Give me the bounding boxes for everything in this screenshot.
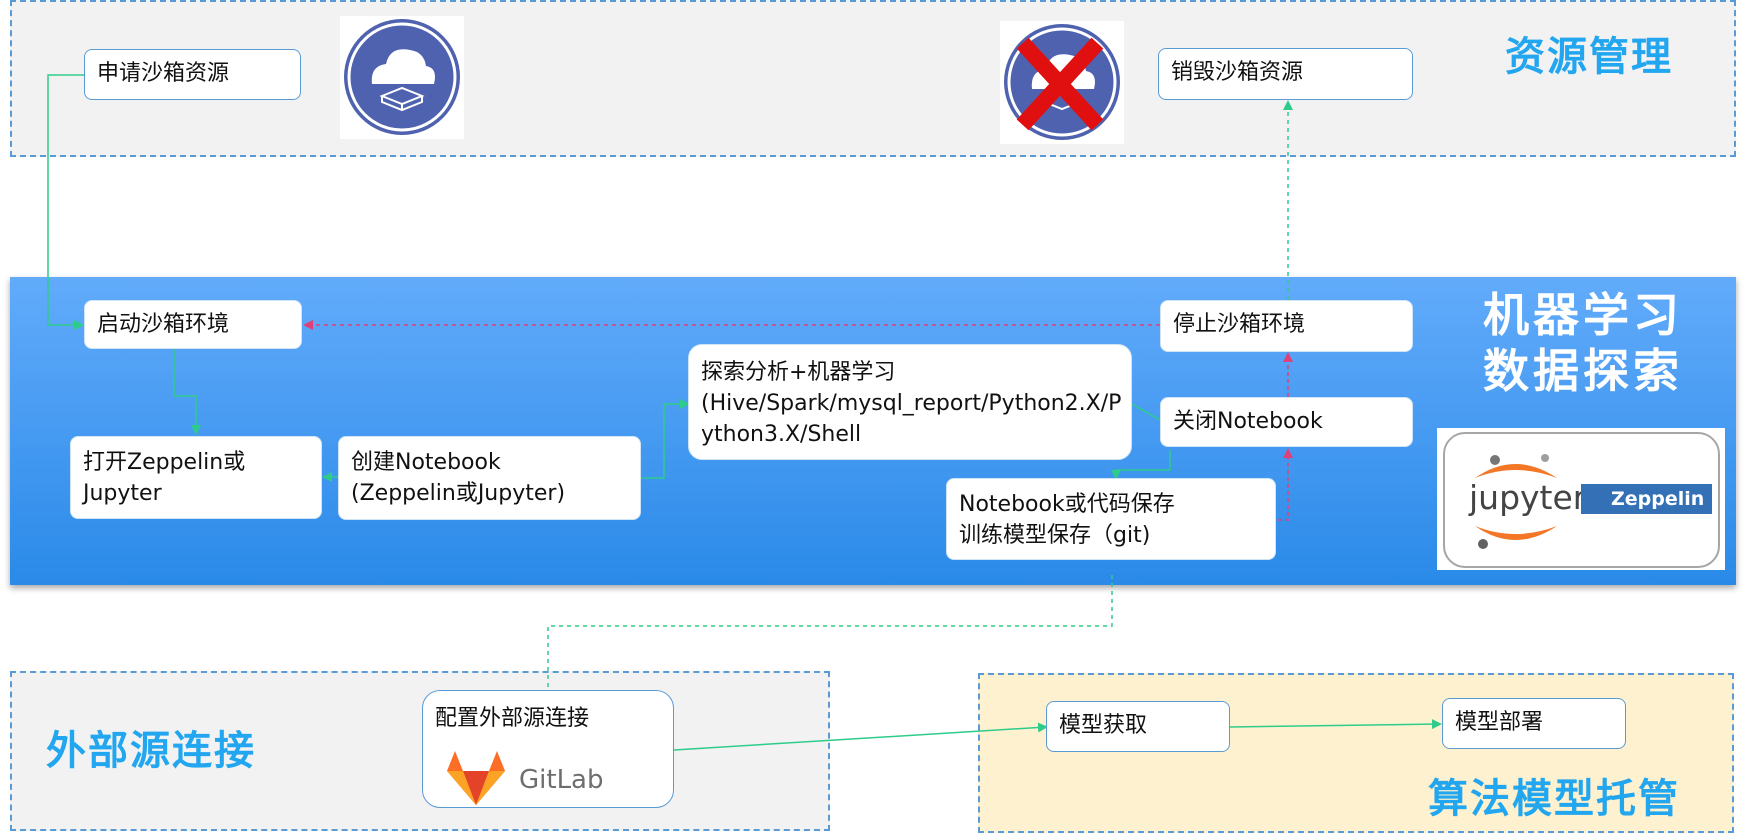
create-notebook-node: 创建Notebook (Zeppelin或Jupyter) [338,436,641,520]
model-deploy-label: 模型部署 [1455,710,1544,735]
arrow-apply-to-start [47,74,84,330]
zeppelin-logo: Zeppelin [1581,484,1713,514]
save-line1: Notebook或代码保存 [959,492,1175,517]
model-deploy-node: 模型部署 [1442,698,1626,749]
arrow-save-to-close [1278,448,1293,521]
stop-sandbox-label: 停止沙箱环境 [1173,312,1306,337]
arrow-create-to-explore [640,399,690,479]
arrow-save-to-config [547,575,1113,690]
config-external-node: 配置外部源连接 GitLab [422,690,674,808]
start-sandbox-node: 启动沙箱环境 [84,300,302,349]
apply-sandbox-label: 申请沙箱资源 [97,61,230,86]
start-sandbox-label: 启动沙箱环境 [97,312,230,337]
gitlab-fox-icon [447,751,505,805]
model-fetch-node: 模型获取 [1046,701,1230,752]
open-zeppelin-line1: 打开Zeppelin或 [83,450,246,475]
explore-ml-node: 探索分析+机器学习 (Hive/Spark/mysql_report/Pytho… [688,344,1132,460]
create-notebook-line2: (Zeppelin或Jupyter) [351,481,566,506]
destroy-sandbox-label: 销毁沙箱资源 [1171,60,1304,85]
notebook-logos: jupyter Zeppelin [1443,432,1720,568]
explore-line3: ython3.X/Shell [701,422,862,447]
gitlab-logo-text: GitLab [519,765,604,795]
model-fetch-label: 模型获取 [1059,713,1148,738]
save-notebook-node: Notebook或代码保存 训练模型保存（git) [946,478,1276,560]
explore-line1: 探索分析+机器学习 [701,360,896,385]
arrow-config-to-fetch [673,722,1048,751]
close-notebook-label: 关闭Notebook [1173,409,1323,434]
save-line2: 训练模型保存（git) [959,523,1151,548]
config-external-label: 配置外部源连接 [435,706,590,731]
arrow-fetch-to-deploy [1229,719,1442,730]
arrow-explore-to-close [1131,403,1161,421]
create-notebook-line1: 创建Notebook [351,450,501,475]
stop-sandbox-node: 停止沙箱环境 [1160,300,1413,352]
close-notebook-node: 关闭Notebook [1160,397,1413,447]
open-zeppelin-node: 打开Zeppelin或 Jupyter [70,436,322,519]
explore-line2: (Hive/Spark/mysql_report/Python2.X/P [701,391,1122,416]
open-zeppelin-line2: Jupyter [83,481,162,506]
jupyter-logo-text: jupyter [1469,478,1587,517]
arrow-start-to-open [173,348,201,435]
destroy-sandbox-node: 销毁沙箱资源 [1158,48,1413,100]
apply-sandbox-node: 申请沙箱资源 [84,49,301,100]
